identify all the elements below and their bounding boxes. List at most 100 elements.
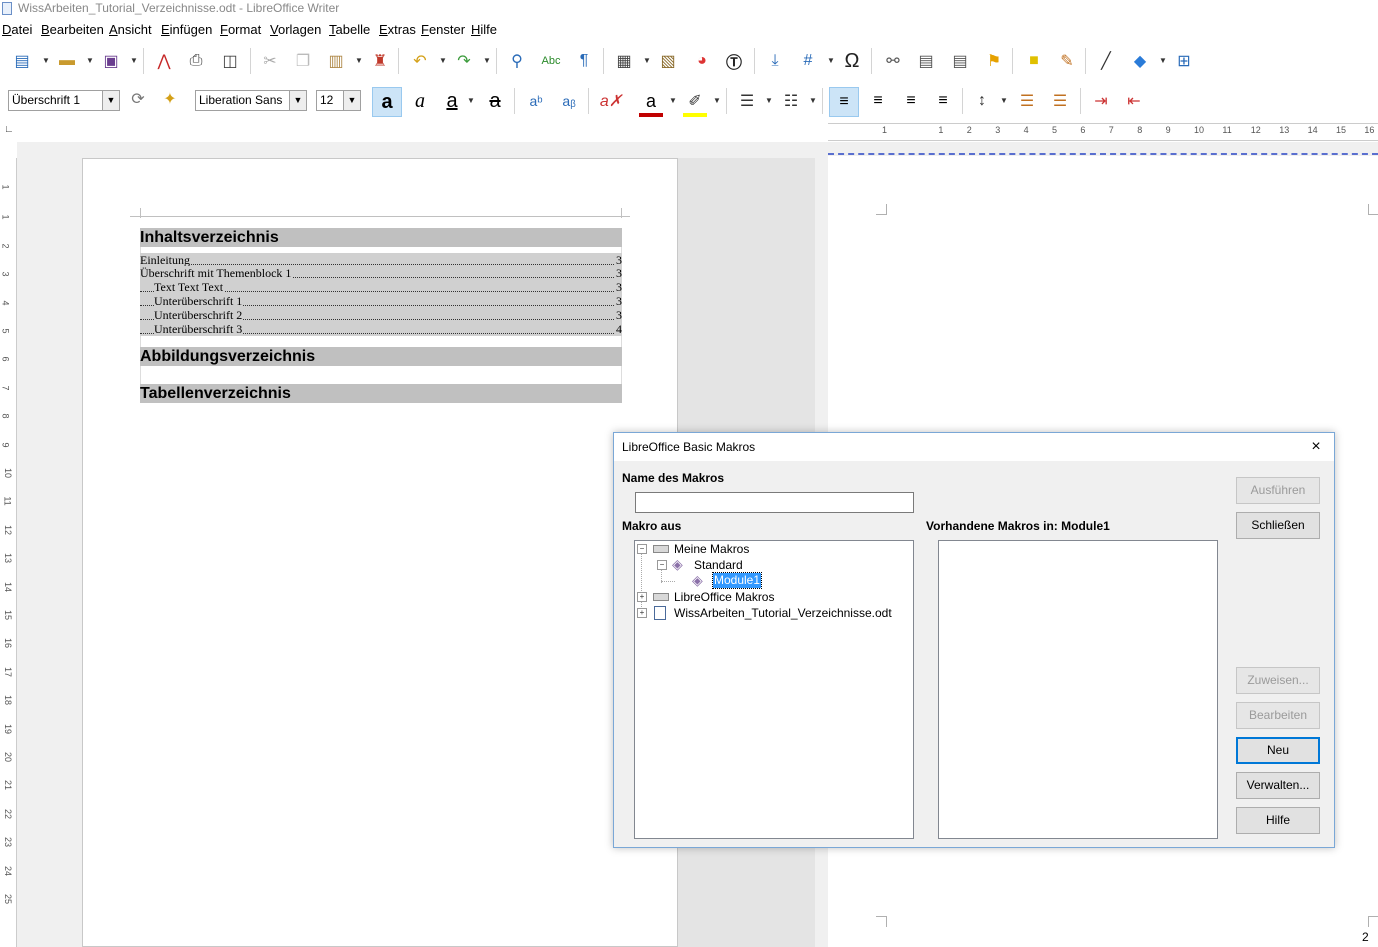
menu-fenster[interactable]: Fenster: [421, 22, 465, 37]
horizontal-ruler[interactable]: 11234567891011121314151617: [828, 123, 1378, 141]
page-break-icon[interactable]: ⤓: [763, 49, 787, 73]
toc-entry[interactable]: Text Text Text 3: [140, 280, 622, 294]
print-icon[interactable]: ⎙: [184, 49, 208, 73]
print-preview-icon[interactable]: ◫: [218, 49, 242, 73]
macro-library-tree[interactable]: − Meine Makros − ◈ Standard ◈ Module1 + …: [634, 540, 914, 839]
menu-ansicht[interactable]: Ansicht: [109, 22, 152, 37]
new-document-icon[interactable]: ▤: [10, 49, 34, 73]
toc-entry[interactable]: Unterüberschrift 2 3: [140, 308, 622, 322]
clone-formatting-icon[interactable]: ♜: [368, 49, 392, 73]
new-button[interactable]: Neu: [1236, 737, 1320, 764]
field-icon[interactable]: #: [796, 49, 820, 73]
new-style-icon[interactable]: ✦: [158, 87, 182, 111]
line-icon[interactable]: ╱: [1094, 49, 1118, 73]
edit-button[interactable]: Bearbeiten: [1236, 702, 1320, 729]
menu-hilfe[interactable]: Hilfe: [471, 22, 497, 37]
special-character-icon[interactable]: Ω: [840, 49, 864, 73]
chevron-down-icon[interactable]: ▼: [467, 96, 475, 105]
font-color-icon[interactable]: a: [639, 89, 663, 117]
cut-icon[interactable]: ✂: [258, 49, 282, 73]
update-style-icon[interactable]: ⟳: [126, 87, 150, 111]
undo-icon[interactable]: ↶: [408, 49, 432, 73]
copy-icon[interactable]: ❐: [291, 49, 315, 73]
chevron-down-icon[interactable]: ▼: [439, 56, 447, 65]
chevron-down-icon[interactable]: ▼: [343, 91, 360, 110]
superscript-icon[interactable]: aᵇ: [524, 89, 548, 113]
menu-tabelle[interactable]: Tabelle: [329, 22, 370, 37]
save-icon[interactable]: ▣: [99, 49, 123, 73]
close-icon[interactable]: ×: [1306, 437, 1326, 457]
highlight-icon[interactable]: ✐: [683, 89, 707, 117]
increase-indent-icon[interactable]: ⇥: [1089, 89, 1113, 113]
comment-icon[interactable]: ■: [1022, 49, 1046, 73]
track-changes-icon[interactable]: ✎: [1055, 49, 1079, 73]
figures-index-heading[interactable]: Abbildungsverzeichnis: [140, 347, 622, 366]
macro-name-input[interactable]: [635, 492, 914, 513]
numbered-list-icon[interactable]: ☷: [779, 89, 803, 113]
menu-format[interactable]: Format: [220, 22, 261, 37]
align-left-icon[interactable]: ≡: [829, 87, 859, 117]
tables-index-heading[interactable]: Tabellenverzeichnis: [140, 384, 622, 403]
chevron-down-icon[interactable]: ▼: [1000, 96, 1008, 105]
dialog-title-bar[interactable]: LibreOffice Basic Makros ×: [614, 433, 1334, 461]
expand-icon[interactable]: +: [637, 592, 647, 602]
chevron-down-icon[interactable]: ▼: [669, 96, 677, 105]
toc-heading[interactable]: Inhaltsverzeichnis: [140, 228, 622, 247]
chevron-down-icon[interactable]: ▼: [355, 56, 363, 65]
italic-icon[interactable]: a: [408, 89, 432, 113]
chevron-down-icon[interactable]: ▼: [713, 96, 721, 105]
font-size-select[interactable]: 12 ▼: [316, 90, 361, 111]
underline-icon[interactable]: a: [440, 89, 464, 113]
bullet-list-icon[interactable]: ☰: [735, 89, 759, 113]
toc-entry[interactable]: Unterüberschrift 3 4: [140, 322, 622, 336]
strikethrough-icon[interactable]: a: [483, 89, 507, 113]
chevron-down-icon[interactable]: ▼: [130, 56, 138, 65]
footnote-icon[interactable]: ▤: [914, 49, 938, 73]
line-spacing-icon[interactable]: ↕: [970, 89, 994, 113]
draw-functions-icon[interactable]: ⊞: [1172, 49, 1196, 73]
vertical-ruler[interactable]: 1 1 2 3 4 5 6 7 8 9 10 11 12 13 14 15 16 17 18 19 20 21 22 23 24…: [0, 158, 17, 947]
chevron-down-icon[interactable]: ▼: [86, 56, 94, 65]
chevron-down-icon[interactable]: ▼: [42, 56, 50, 65]
font-name-select[interactable]: Liberation Sans ▼: [195, 90, 307, 111]
help-button[interactable]: Hilfe: [1236, 807, 1320, 834]
find-replace-icon[interactable]: ⚲: [505, 49, 529, 73]
organize-button[interactable]: Verwalten...: [1236, 772, 1320, 799]
text-box-icon[interactable]: Ⓣ: [722, 49, 746, 73]
align-center-icon[interactable]: ≡: [866, 89, 890, 113]
assign-button[interactable]: Zuweisen...: [1236, 667, 1320, 694]
justify-icon[interactable]: ≡: [931, 89, 955, 113]
existing-macros-list[interactable]: [938, 540, 1218, 839]
image-icon[interactable]: ▧: [656, 49, 680, 73]
chart-icon[interactable]: ◕: [690, 49, 714, 73]
collapse-icon[interactable]: −: [637, 544, 647, 554]
toc-entry[interactable]: Einleitung 3: [140, 253, 622, 267]
subscript-icon[interactable]: aᵦ: [557, 89, 581, 113]
redo-icon[interactable]: ↷: [452, 49, 476, 73]
chevron-down-icon[interactable]: ▼: [827, 56, 835, 65]
toc-entry[interactable]: Überschrift mit Themenblock 1 3: [140, 266, 622, 280]
clear-formatting-icon[interactable]: a✗: [599, 89, 623, 113]
chevron-down-icon[interactable]: ▼: [289, 91, 306, 110]
bold-icon[interactable]: a: [372, 87, 402, 117]
menu-einfuegen[interactable]: Einfügen: [161, 22, 212, 37]
chevron-down-icon[interactable]: ▼: [1159, 56, 1167, 65]
menu-datei[interactable]: Datei: [2, 22, 32, 37]
bookmark-icon[interactable]: ⚑: [982, 49, 1006, 73]
decrease-paragraph-spacing-icon[interactable]: ☰: [1048, 89, 1072, 113]
paragraph-style-select[interactable]: Überschrift 1 ▼: [8, 90, 120, 111]
chevron-down-icon[interactable]: ▼: [809, 96, 817, 105]
formatting-marks-icon[interactable]: ¶: [572, 49, 596, 73]
decrease-indent-icon[interactable]: ⇤: [1122, 89, 1146, 113]
menu-vorlagen[interactable]: Vorlagen: [270, 22, 321, 37]
increase-paragraph-spacing-icon[interactable]: ☰: [1015, 89, 1039, 113]
hyperlink-icon[interactable]: ⚯: [881, 49, 905, 73]
basic-shapes-icon[interactable]: ◆: [1128, 49, 1152, 73]
run-button[interactable]: Ausführen: [1236, 477, 1320, 504]
endnote-icon[interactable]: ▤: [948, 49, 972, 73]
table-icon[interactable]: ▦: [612, 49, 636, 73]
export-pdf-icon[interactable]: ⋀: [152, 49, 176, 73]
close-button[interactable]: Schließen: [1236, 512, 1320, 539]
align-right-icon[interactable]: ≡: [899, 89, 923, 113]
menu-extras[interactable]: Extras: [379, 22, 416, 37]
